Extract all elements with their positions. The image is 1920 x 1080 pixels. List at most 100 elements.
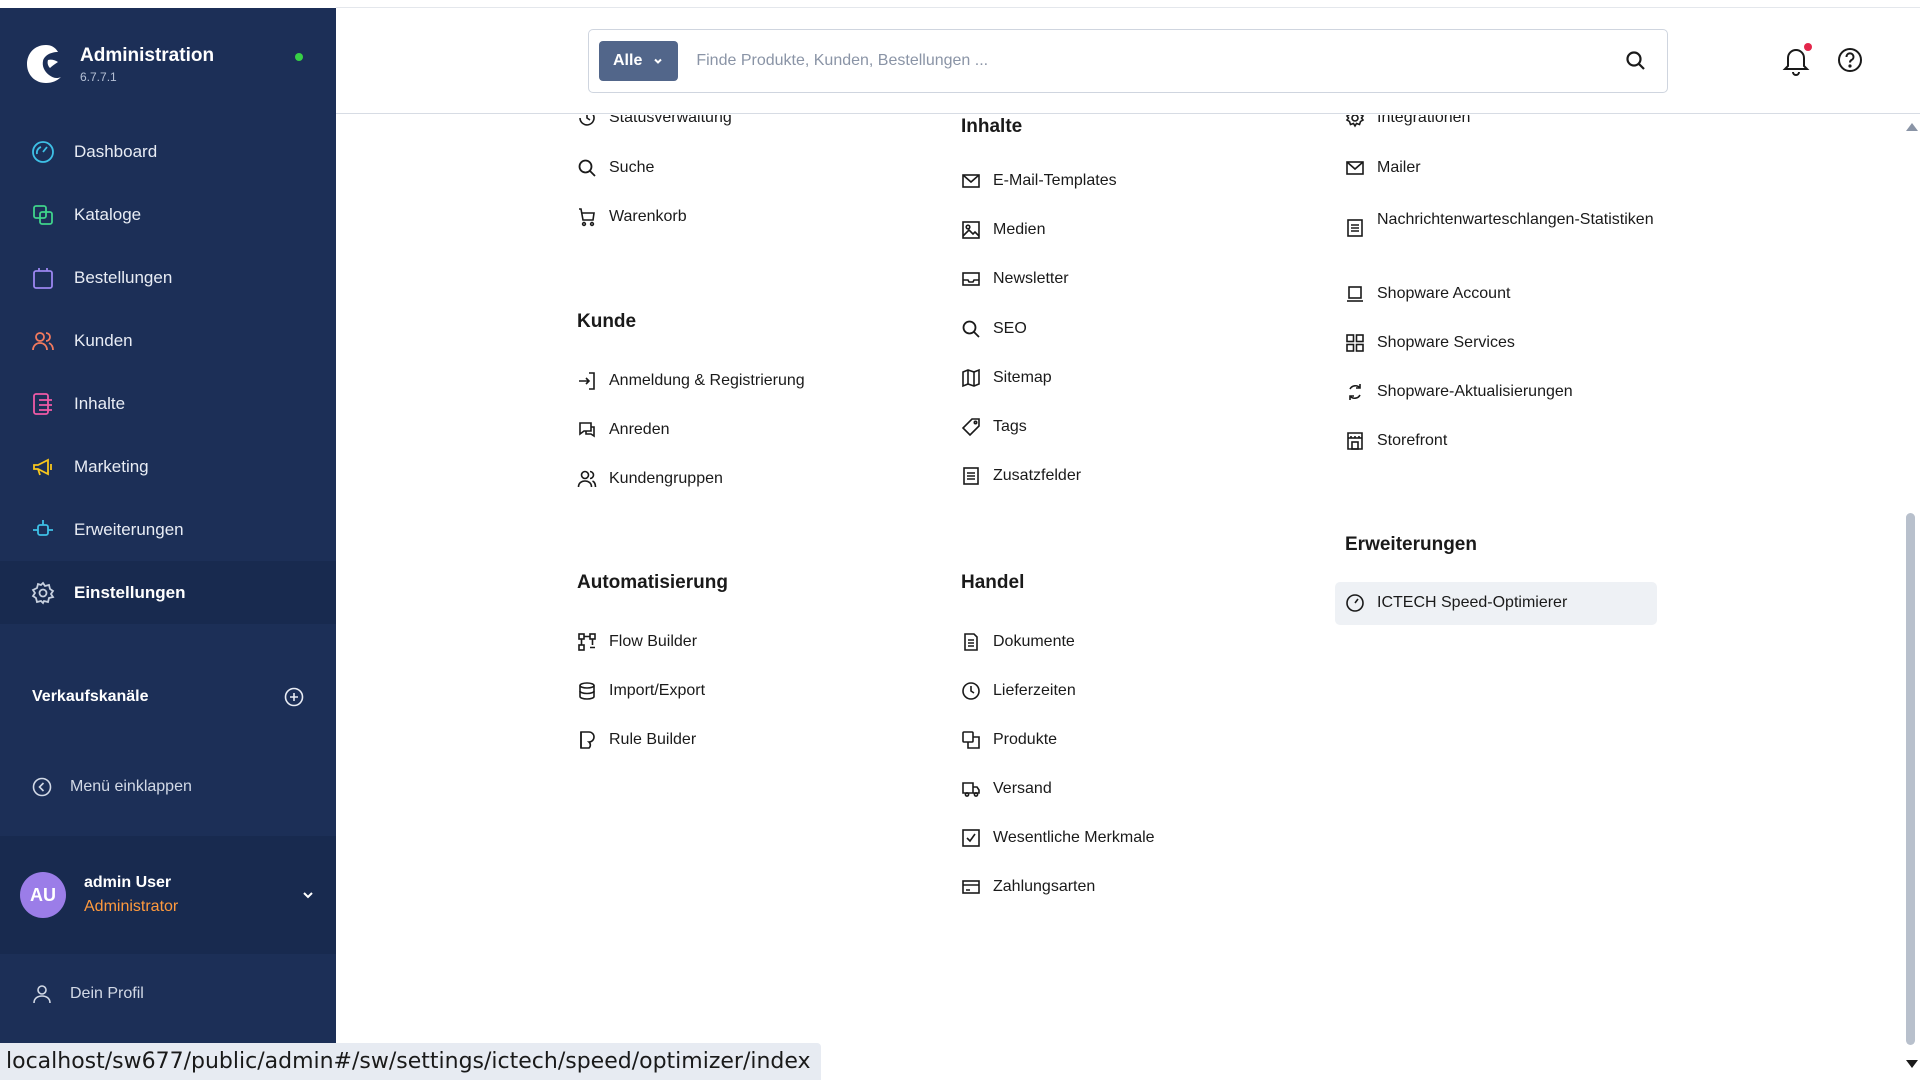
collapse-menu-button[interactable]: Menü einklappen [0, 754, 336, 820]
settings-item-label: Storefront [1377, 432, 1448, 449]
settings-item-label: Flow Builder [609, 633, 698, 650]
nav-item-catalogs[interactable]: Kataloge [0, 183, 336, 246]
nav-label-marketing: Marketing [74, 456, 149, 476]
refresh-icon [1349, 384, 1361, 400]
settings-item-shopware-updates[interactable]: Shopware-Aktualisierungen [1345, 383, 1667, 402]
settings-item-email-templates[interactable]: E-Mail-Templates [961, 172, 1283, 191]
settings-item-custom-fields[interactable]: Zusatzfelder [961, 467, 1283, 486]
settings-item-label: Kundengruppen [609, 470, 723, 487]
scroll-up-arrow-icon[interactable] [1906, 123, 1918, 131]
database-icon [579, 682, 595, 700]
settings-icon [30, 580, 56, 606]
nav-item-content[interactable]: Inhalte [0, 372, 336, 435]
top-edge [336, 0, 1920, 8]
settings-item-search[interactable]: Suche [577, 159, 899, 178]
settings-item-mailer[interactable]: Mailer [1345, 159, 1667, 178]
sales-channels-label: Verkaufskanäle [32, 688, 149, 705]
nav-item-orders[interactable]: Bestellungen [0, 246, 336, 309]
settings-item-rule-builder[interactable]: Rule Builder [577, 731, 899, 750]
settings-item-label: Medien [993, 221, 1046, 238]
section-title-automation: Automatisierung [577, 572, 728, 593]
settings-item-delivery-times[interactable]: Lieferzeiten [961, 682, 1283, 701]
list-icon [1347, 219, 1363, 237]
settings-item-essential-characteristics[interactable]: Wesentliche Merkmale [961, 829, 1283, 848]
scroll-thumb[interactable] [1906, 513, 1915, 1045]
chevron-down-icon [652, 55, 664, 67]
user-icon [32, 984, 52, 1004]
settings-item-label: Anreden [609, 421, 670, 438]
settings-item-tags[interactable]: Tags [961, 418, 1283, 437]
search-type-label: Alle [613, 52, 643, 69]
laptop-icon [1347, 286, 1363, 302]
settings-item-import-export[interactable]: Import/Export [577, 682, 899, 701]
settings-item-shopware-account[interactable]: Shopware Account [1345, 285, 1667, 304]
vertical-scrollbar[interactable] [1901, 115, 1920, 1080]
nav-label-content: Inhalte [74, 393, 126, 413]
settings-item-status[interactable]: Statusverwaltung [577, 115, 899, 128]
settings-item-label: Anmeldung & Registrierung [609, 372, 805, 389]
nav-label-orders: Bestellungen [74, 267, 173, 287]
nav-item-customers[interactable]: Kunden [0, 309, 336, 372]
settings-item-label: Wesentliche Merkmale [993, 829, 1155, 846]
settings-item-label: E-Mail-Templates [993, 172, 1117, 189]
user-role: Administrator [84, 898, 179, 915]
settings-item-label: Integrationen [1377, 115, 1471, 126]
search-input[interactable] [696, 52, 1625, 70]
help-icon [1838, 48, 1862, 72]
settings-item-shipping[interactable]: Versand [961, 780, 1283, 799]
orders-icon [30, 265, 56, 291]
settings-item-documents[interactable]: Dokumente [961, 633, 1283, 652]
products-icon [962, 731, 980, 749]
extensions-icon [30, 517, 56, 543]
sidebar: Administration 6.7.7.1 Dashboard Katalog… [0, 8, 336, 1080]
nav-item-settings[interactable]: Einstellungen [0, 561, 336, 624]
settings-item-integrations[interactable]: Integrationen [1345, 115, 1667, 128]
nav-item-marketing[interactable]: Marketing [0, 435, 336, 498]
notifications-button[interactable] [1782, 43, 1812, 76]
add-sales-channel-icon[interactable] [284, 687, 304, 707]
settings-item-label: Warenkorb [609, 208, 687, 225]
search-icon [962, 320, 980, 338]
settings-item-salutations[interactable]: Anreden [577, 421, 899, 440]
map-icon [962, 368, 980, 388]
sidebar-header: Administration 6.7.7.1 [0, 8, 336, 120]
settings-item-label: Nachrichtenwarteschlangen-Statistiken [1377, 211, 1654, 228]
settings-item-label: Shopware Services [1377, 334, 1515, 351]
chevron-down-icon[interactable] [300, 887, 316, 903]
settings-item-ictech-speed-optimizer[interactable]: ICTECH Speed-Optimierer [1335, 582, 1657, 625]
settings-item-label: Shopware-Aktualisierungen [1377, 383, 1573, 400]
settings-item-customer-groups[interactable]: Kundengruppen [577, 470, 899, 489]
collapse-menu-label: Menü einklappen [70, 778, 192, 795]
settings-item-label: Shopware Account [1377, 285, 1511, 302]
speedometer-icon [1346, 594, 1364, 612]
nav-item-dashboard[interactable]: Dashboard [0, 120, 336, 183]
scroll-down-arrow-icon[interactable] [1906, 1060, 1918, 1068]
shopware-logo[interactable] [24, 42, 64, 86]
user-menu[interactable]: AU admin User Administrator [0, 836, 336, 954]
settings-item-shopware-services[interactable]: Shopware Services [1345, 334, 1667, 353]
settings-item-payment-methods[interactable]: Zahlungsarten [961, 878, 1283, 897]
profile-link[interactable]: Dein Profil [0, 964, 336, 1024]
search-type-dropdown[interactable]: Alle [599, 41, 679, 81]
marketing-icon [30, 454, 56, 480]
settings-item-label: Lieferzeiten [993, 682, 1076, 699]
search-icon[interactable] [1625, 50, 1647, 72]
content-icon [30, 391, 56, 417]
settings-item-label: Produkte [993, 731, 1058, 748]
settings-item-flow-builder[interactable]: Flow Builder [577, 633, 899, 652]
settings-item-label: Mailer [1377, 159, 1421, 176]
settings-item-products[interactable]: Produkte [961, 731, 1283, 750]
help-button[interactable] [1836, 46, 1864, 74]
settings-item-label: Sitemap [993, 369, 1052, 386]
flow-icon [578, 633, 596, 651]
settings-item-message-queue-stats[interactable]: Nachrichtenwarteschlangen-Statistiken [1345, 208, 1660, 238]
settings-item-cart[interactable]: Warenkorb [577, 208, 899, 227]
settings-item-newsletter[interactable]: Newsletter [961, 270, 1283, 289]
settings-item-seo[interactable]: SEO [961, 320, 1283, 339]
settings-item-storefront[interactable]: Storefront [1345, 432, 1667, 451]
settings-item-media[interactable]: Medien [961, 221, 1283, 240]
settings-item-login-registration[interactable]: Anmeldung & Registrierung [577, 372, 899, 391]
settings-item-sitemap[interactable]: Sitemap [961, 368, 1283, 388]
nav-item-extensions[interactable]: Erweiterungen [0, 498, 336, 561]
settings-item-label: Zahlungsarten [993, 878, 1096, 895]
